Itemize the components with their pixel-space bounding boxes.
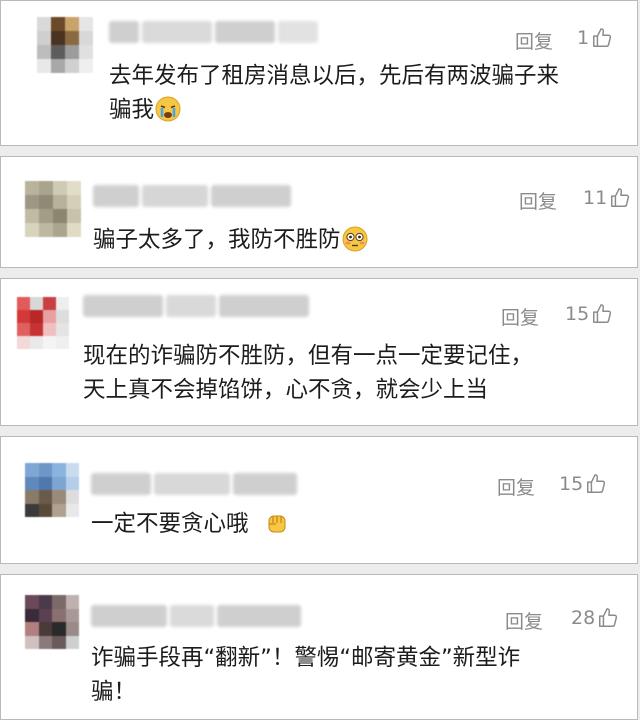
- raised-fist-icon: [268, 515, 286, 533]
- avatar[interactable]: [17, 297, 69, 349]
- username-blurred[interactable]: [83, 295, 309, 317]
- like-button[interactable]: 28: [571, 607, 619, 629]
- comment-line: 去年发布了租房消息以后，先后有两波骗子来: [109, 63, 560, 89]
- username-blurred[interactable]: [91, 605, 301, 627]
- comment-card: 回复 15 一定不要贪心哦: [0, 436, 638, 564]
- comment-text: 一定不要贪心哦: [91, 507, 290, 541]
- avatar[interactable]: [37, 17, 93, 73]
- reply-button[interactable]: 回复: [515, 27, 553, 54]
- like-button[interactable]: 11: [583, 187, 631, 209]
- username-blurred[interactable]: [91, 473, 297, 495]
- comment-line: 天上真不会掉馅饼，心不贪，就会少上当: [83, 377, 489, 403]
- comment-line: 诈骗手段再“翻新”！警惕“邮寄黄金”新型诈: [91, 645, 521, 671]
- thumbs-up-icon: [611, 188, 630, 207]
- like-count: 15: [565, 303, 590, 325]
- comment-card: 回复 1 去年发布了租房消息以后，先后有两波骗子来 骗我: [0, 0, 638, 146]
- comment-text: 骗子太多了，我防不胜防: [93, 223, 368, 257]
- avatar[interactable]: [25, 181, 81, 237]
- avatar[interactable]: [25, 595, 79, 649]
- comment-line: 骗！: [91, 679, 137, 705]
- like-count: 15: [559, 473, 584, 495]
- thumbs-up-icon: [593, 28, 612, 47]
- username-blurred[interactable]: [93, 185, 291, 207]
- avatar[interactable]: [25, 463, 79, 517]
- comment-text: 现在的诈骗防不胜防，但有一点一定要记住， 天上真不会掉馅饼，心不贪，就会少上当: [83, 339, 533, 407]
- thumbs-up-icon: [587, 474, 606, 493]
- like-button[interactable]: 15: [559, 473, 607, 495]
- comment-line: 现在的诈骗防不胜防，但有一点一定要记住，: [83, 343, 534, 369]
- thumbs-up-icon: [593, 304, 612, 323]
- comment-line: 一定不要贪心哦: [91, 511, 249, 537]
- username-blurred[interactable]: [109, 21, 318, 43]
- comment-line: 骗我: [109, 97, 155, 123]
- like-count: 1: [577, 27, 590, 49]
- comment-text: 去年发布了租房消息以后，先后有两波骗子来 骗我: [109, 59, 559, 127]
- comment-card: 回复 15 现在的诈骗防不胜防，但有一点一定要记住， 天上真不会掉馅饼，心不贪，…: [0, 278, 638, 426]
- reply-button[interactable]: 回复: [497, 473, 535, 500]
- comment-card: 回复 28 诈骗手段再“翻新”！警惕“邮寄黄金”新型诈 骗！: [0, 574, 638, 720]
- comment-text: 诈骗手段再“翻新”！警惕“邮寄黄金”新型诈 骗！: [91, 641, 520, 709]
- comment-card: 回复 11 骗子太多了，我防不胜防: [0, 156, 638, 268]
- like-count: 28: [571, 607, 596, 629]
- like-button[interactable]: 1: [577, 27, 613, 49]
- like-button[interactable]: 15: [565, 303, 613, 325]
- thumbs-up-icon: [599, 608, 618, 627]
- like-count: 11: [583, 187, 608, 209]
- reply-button[interactable]: 回复: [519, 187, 557, 214]
- reply-button[interactable]: 回复: [501, 303, 539, 330]
- crying-face-icon: [155, 96, 181, 122]
- reply-button[interactable]: 回复: [505, 607, 543, 634]
- flushed-face-icon: [342, 226, 368, 252]
- comment-line: 骗子太多了，我防不胜防: [93, 227, 341, 253]
